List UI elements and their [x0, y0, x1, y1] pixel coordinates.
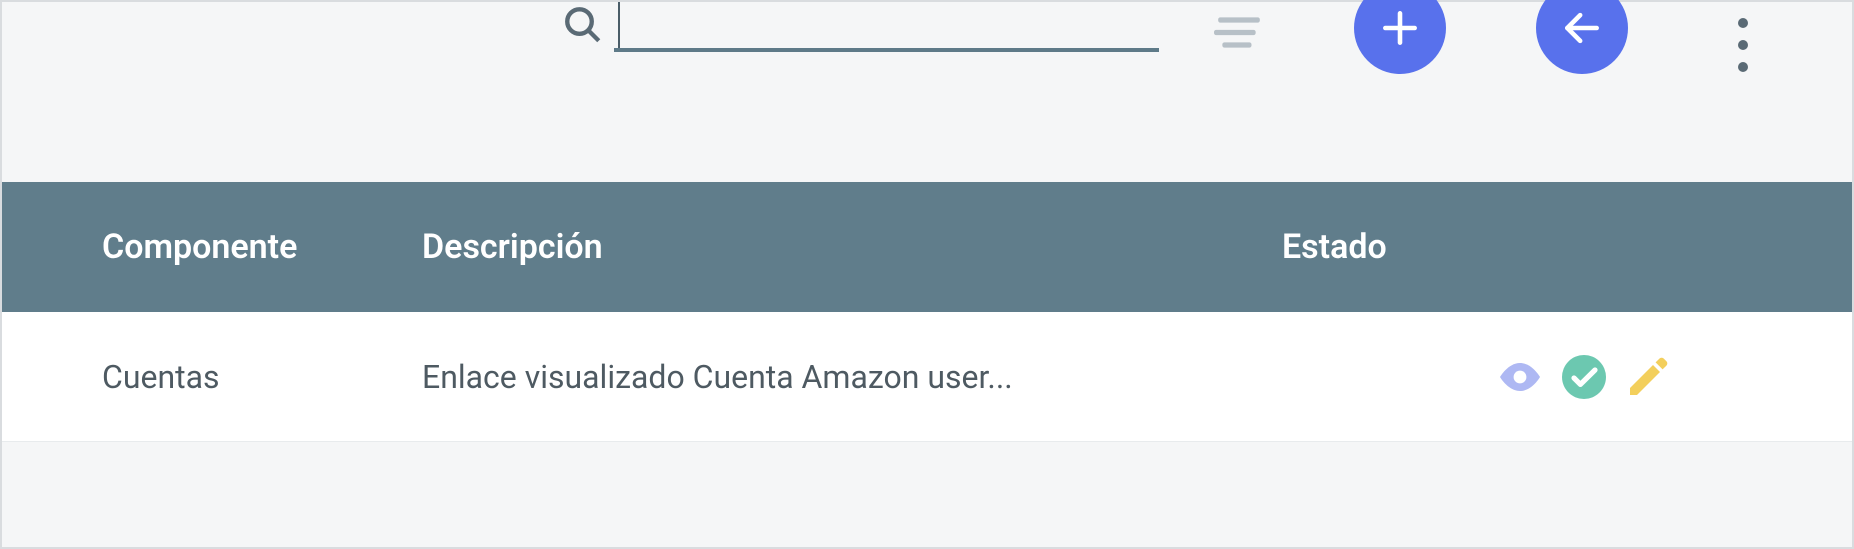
table-row[interactable]: Cuentas Enlace visualizado Cuenta Amazon… — [2, 312, 1852, 442]
col-header-estado: Estado — [1282, 227, 1752, 267]
arrow-left-icon — [1560, 6, 1604, 50]
col-header-componente: Componente — [102, 227, 422, 267]
eye-icon[interactable] — [1496, 353, 1544, 401]
add-button[interactable] — [1354, 0, 1446, 74]
back-button[interactable] — [1536, 0, 1628, 74]
cell-componente: Cuentas — [102, 358, 422, 396]
menu-lines-icon[interactable] — [1214, 12, 1264, 52]
more-dot — [1738, 18, 1748, 28]
table-header: Componente Descripción Estado — [2, 182, 1852, 312]
cell-descripcion: Enlace visualizado Cuenta Amazon user... — [422, 358, 1282, 396]
check-circle-icon[interactable] — [1560, 353, 1608, 401]
pencil-icon[interactable] — [1624, 353, 1672, 401]
toolbar — [2, 2, 1852, 182]
more-vertical-icon[interactable] — [1738, 18, 1748, 72]
search-icon — [562, 4, 604, 46]
search-input[interactable] — [614, 2, 1159, 52]
more-dot — [1738, 40, 1748, 50]
plus-icon — [1378, 6, 1422, 50]
text-cursor — [618, 2, 620, 48]
search-field — [562, 2, 1159, 52]
app-container: Componente Descripción Estado Cuentas En… — [0, 0, 1854, 549]
row-actions — [1282, 353, 1752, 401]
more-dot — [1738, 62, 1748, 72]
col-header-descripcion: Descripción — [422, 227, 1282, 267]
